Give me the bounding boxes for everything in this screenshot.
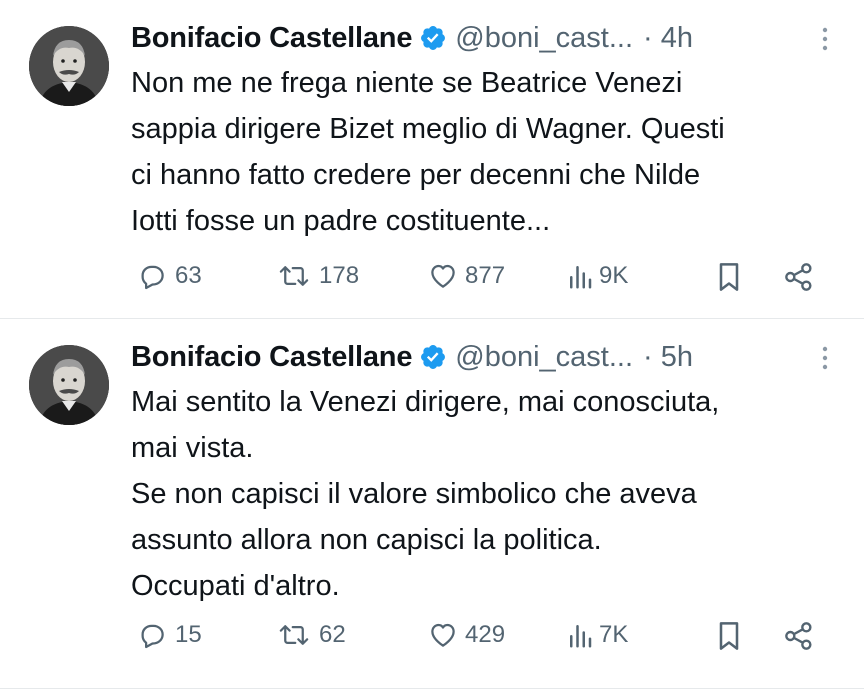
repost-icon xyxy=(279,266,309,286)
verified-badge-icon xyxy=(421,26,446,50)
reply-button[interactable]: 15 xyxy=(135,620,202,650)
avatar[interactable] xyxy=(29,26,109,106)
tweet-actions: 63 178 877 9K xyxy=(135,261,824,291)
bookmark-button[interactable] xyxy=(715,261,743,293)
views-button[interactable]: 9K xyxy=(567,261,628,291)
more-options-icon[interactable] xyxy=(820,345,830,371)
tweet-time[interactable]: · 5h xyxy=(643,341,693,374)
tweet-actions: 15 62 429 7K xyxy=(135,620,824,650)
author-handle[interactable]: @boni_cast... xyxy=(455,22,633,55)
repost-count: 178 xyxy=(319,262,360,289)
like-count: 877 xyxy=(465,262,506,289)
repost-button[interactable]: 62 xyxy=(275,620,346,650)
more-options-icon[interactable] xyxy=(820,26,830,52)
views-count: 7K xyxy=(599,621,629,648)
views-chart-icon xyxy=(570,625,592,648)
heart-icon xyxy=(431,623,455,647)
repost-button[interactable]: 178 xyxy=(275,261,359,291)
tweet-text: Mai sentito la Venezi dirigere, mai cono… xyxy=(131,386,720,602)
tweet-text: Non me ne frega niente se Beatrice Venez… xyxy=(131,67,725,237)
share-button[interactable] xyxy=(783,620,815,652)
author-handle[interactable]: @boni_cast... xyxy=(455,341,633,374)
like-count: 429 xyxy=(465,621,506,648)
author-name[interactable]: Bonifacio Castellane xyxy=(131,22,412,55)
bookmark-icon xyxy=(719,263,739,291)
heart-icon xyxy=(431,264,455,288)
tweet[interactable]: Bonifacio Castellane @boni_cast... · 5h … xyxy=(0,319,864,689)
share-button[interactable] xyxy=(783,261,815,293)
tweet-header: Bonifacio Castellane @boni_cast... · 5h xyxy=(131,337,834,377)
views-count: 9K xyxy=(599,262,629,289)
reply-button[interactable]: 63 xyxy=(135,261,202,291)
views-chart-icon xyxy=(570,266,592,289)
bookmark-button[interactable] xyxy=(715,620,743,652)
like-button[interactable]: 429 xyxy=(427,620,505,650)
views-button[interactable]: 7K xyxy=(567,620,628,650)
author-name[interactable]: Bonifacio Castellane xyxy=(131,341,412,374)
avatar[interactable] xyxy=(29,345,109,425)
tweet[interactable]: Bonifacio Castellane @boni_cast... · 4h … xyxy=(0,0,864,319)
reply-count: 63 xyxy=(175,262,202,289)
reply-count: 15 xyxy=(175,621,202,648)
repost-icon xyxy=(279,625,309,645)
share-icon xyxy=(785,263,812,291)
reply-icon xyxy=(141,624,164,649)
like-button[interactable]: 877 xyxy=(427,261,505,291)
tweet-time[interactable]: · 4h xyxy=(643,22,693,55)
reply-icon xyxy=(141,265,164,290)
repost-count: 62 xyxy=(319,621,346,648)
verified-badge-icon xyxy=(421,345,446,369)
bookmark-icon xyxy=(719,622,739,650)
tweet-header: Bonifacio Castellane @boni_cast... · 4h xyxy=(131,18,834,58)
share-icon xyxy=(785,622,812,650)
